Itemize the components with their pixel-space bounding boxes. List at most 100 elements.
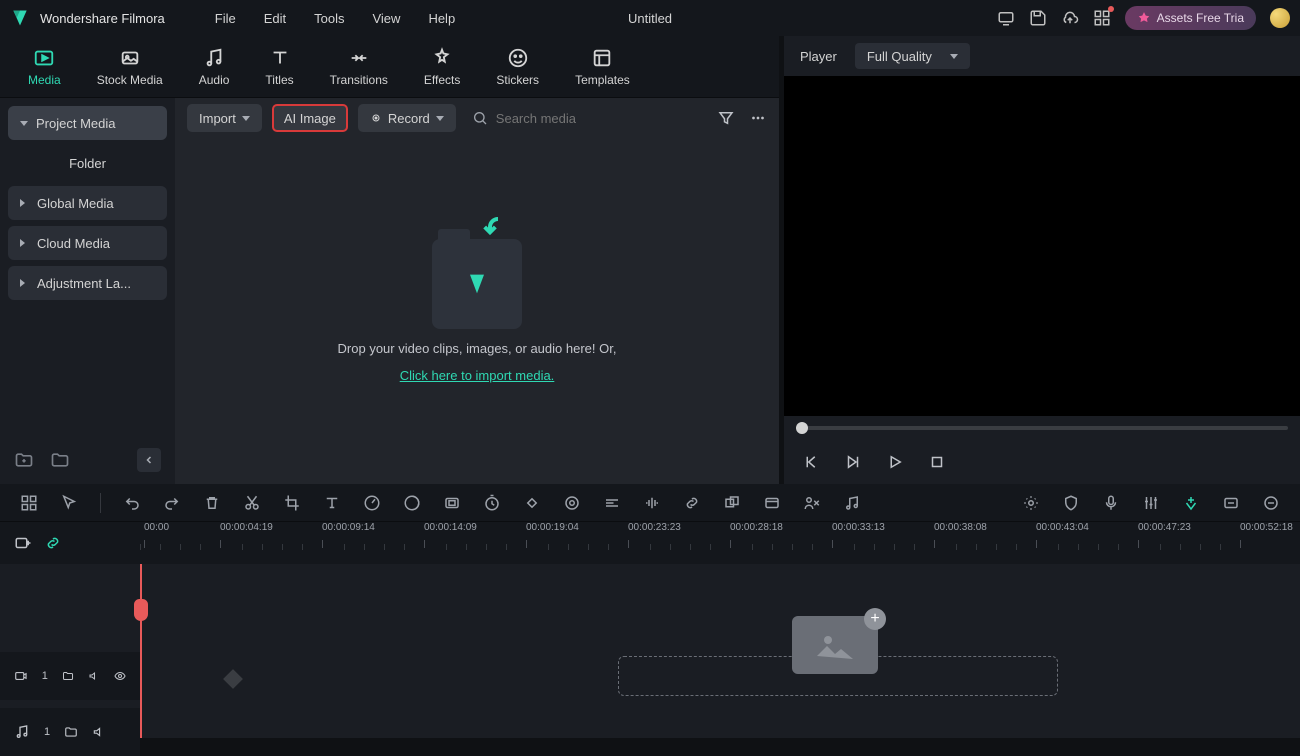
music-icon[interactable] [843, 494, 861, 512]
audio-wave-icon[interactable] [643, 494, 661, 512]
align-icon[interactable] [603, 494, 621, 512]
ai-image-button[interactable]: AI Image [272, 104, 348, 132]
tab-media[interactable]: Media [28, 47, 61, 87]
save-icon[interactable] [1029, 9, 1047, 27]
play-back-icon[interactable] [844, 453, 862, 471]
play-icon[interactable] [886, 453, 904, 471]
timeline-ruler[interactable]: 00:0000:00:04:1900:00:09:1400:00:14:0900… [0, 522, 1300, 564]
assets-pill-label: Assets Free Tria [1157, 11, 1244, 25]
timer-icon[interactable] [483, 494, 501, 512]
chevron-down-icon [20, 121, 28, 126]
delete-icon[interactable] [203, 494, 221, 512]
new-folder-icon[interactable] [14, 450, 34, 470]
video-track-header[interactable]: 1 [0, 652, 140, 700]
category-tabs: Media Stock Media Audio Titles Transitio… [0, 36, 779, 98]
link-icon[interactable] [683, 494, 701, 512]
redo-icon[interactable] [163, 494, 181, 512]
cursor-icon[interactable] [60, 494, 78, 512]
voice-icon[interactable] [803, 494, 821, 512]
crop-icon[interactable] [283, 494, 301, 512]
import-button[interactable]: Import [187, 104, 262, 132]
playhead[interactable] [140, 564, 142, 738]
timeline-toolbar [0, 484, 1300, 522]
mute-icon[interactable] [88, 669, 100, 683]
media-drop-zone[interactable]: Drop your video clips, images, or audio … [175, 138, 779, 484]
chevron-right-icon [20, 239, 29, 247]
import-media-link[interactable]: Click here to import media. [400, 368, 555, 383]
playback-scrubber[interactable] [796, 426, 1288, 430]
marker-sun-icon[interactable] [1022, 494, 1040, 512]
layout-icon[interactable] [20, 494, 38, 512]
cloud-upload-icon[interactable] [1061, 9, 1079, 27]
render-icon[interactable] [763, 494, 781, 512]
zoom-out-icon[interactable] [1262, 494, 1280, 512]
media-toolbar: Import AI Image Record [175, 98, 779, 138]
shield-icon[interactable] [1062, 494, 1080, 512]
chevron-down-icon [242, 116, 250, 121]
link-track-icon[interactable] [44, 534, 62, 552]
audio-track-header[interactable]: 1 [0, 708, 140, 756]
timeline: 00:0000:00:04:1900:00:09:1400:00:14:0900… [0, 484, 1300, 738]
tab-stock-media[interactable]: Stock Media [97, 47, 163, 87]
sidebar-adjustment-layer[interactable]: Adjustment La... [8, 266, 167, 300]
sidebar-folder[interactable]: Folder [8, 146, 167, 180]
cut-icon[interactable] [243, 494, 261, 512]
media-sidebar: Project Media Folder Global Media Cloud … [0, 98, 175, 484]
tab-effects[interactable]: Effects [424, 47, 460, 87]
keyframe-icon[interactable] [523, 494, 541, 512]
record-button[interactable]: Record [358, 104, 456, 132]
video-track-icon [14, 668, 28, 684]
apps-icon[interactable] [1093, 9, 1111, 27]
user-avatar[interactable] [1270, 8, 1290, 28]
chevron-right-icon [20, 199, 29, 207]
tab-audio[interactable]: Audio [199, 47, 230, 87]
sidebar-global-media[interactable]: Global Media [8, 186, 167, 220]
mixer-icon[interactable] [1142, 494, 1160, 512]
color-icon[interactable] [403, 494, 421, 512]
timeline-tracks[interactable]: 1 1 + [0, 564, 1300, 738]
video-preview[interactable] [784, 76, 1300, 416]
folder-icon[interactable] [64, 725, 78, 739]
mute-icon[interactable] [92, 725, 106, 739]
collapse-sidebar-icon[interactable] [137, 448, 161, 472]
eye-icon[interactable] [114, 669, 126, 683]
menubar: File Edit Tools View Help [215, 11, 455, 26]
magnet-marker-icon[interactable] [1182, 494, 1200, 512]
menu-edit[interactable]: Edit [264, 11, 286, 26]
group-icon[interactable] [723, 494, 741, 512]
text-icon[interactable] [323, 494, 341, 512]
sidebar-project-media[interactable]: Project Media [8, 106, 167, 140]
tab-templates[interactable]: Templates [575, 47, 630, 87]
menu-view[interactable]: View [372, 11, 400, 26]
menu-file[interactable]: File [215, 11, 236, 26]
filter-icon[interactable] [717, 109, 735, 127]
speed-icon[interactable] [363, 494, 381, 512]
tab-stickers[interactable]: Stickers [496, 47, 539, 87]
menu-help[interactable]: Help [428, 11, 455, 26]
folder-icon[interactable] [50, 450, 70, 470]
plus-icon: + [864, 608, 886, 630]
chevron-down-icon [436, 116, 444, 121]
folder-icon[interactable] [62, 669, 74, 683]
device-icon[interactable] [997, 9, 1015, 27]
add-track-icon[interactable] [14, 534, 32, 552]
track-icon[interactable] [563, 494, 581, 512]
drop-media-placeholder[interactable]: + [792, 616, 878, 674]
tab-titles[interactable]: Titles [265, 47, 293, 87]
quality-select[interactable]: Full Quality [855, 43, 970, 69]
assets-pill[interactable]: Assets Free Tria [1125, 6, 1256, 30]
menu-tools[interactable]: Tools [314, 11, 344, 26]
app-name: Wondershare Filmora [40, 11, 165, 26]
undo-icon[interactable] [123, 494, 141, 512]
prev-frame-icon[interactable] [802, 453, 820, 471]
chevron-right-icon [20, 279, 29, 287]
search-input[interactable] [496, 111, 696, 126]
tab-transitions[interactable]: Transitions [330, 47, 388, 87]
stop-icon[interactable] [928, 453, 946, 471]
mask-icon[interactable] [443, 494, 461, 512]
mic-icon[interactable] [1102, 494, 1120, 512]
more-icon[interactable] [749, 109, 767, 127]
sidebar-cloud-media[interactable]: Cloud Media [8, 226, 167, 260]
fit-icon[interactable] [1222, 494, 1240, 512]
player-label: Player [800, 49, 837, 64]
